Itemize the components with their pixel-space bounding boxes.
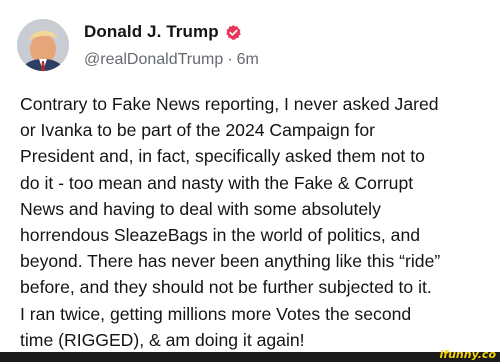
post-timestamp[interactable]: 6m	[237, 51, 259, 68]
avatar-image	[17, 19, 69, 71]
meta-separator: ·	[227, 51, 233, 68]
footer-bar	[0, 352, 500, 362]
author-handle[interactable]: @realDonaldTrump	[84, 51, 223, 68]
author-display-name[interactable]: Donald J. Trump	[84, 22, 219, 42]
social-post: Donald J. Trump @realDonaldTrump · 6m Cont…	[0, 0, 500, 352]
post-body: Contrary to Fake News reporting, I never…	[20, 94, 441, 350]
watermark: ifunny.co	[439, 348, 496, 361]
post-meta: @realDonaldTrump · 6m	[84, 51, 259, 69]
author-name-row: Donald J. Trump	[84, 22, 242, 42]
verified-badge-icon	[225, 24, 241, 40]
avatar[interactable]	[17, 19, 69, 71]
